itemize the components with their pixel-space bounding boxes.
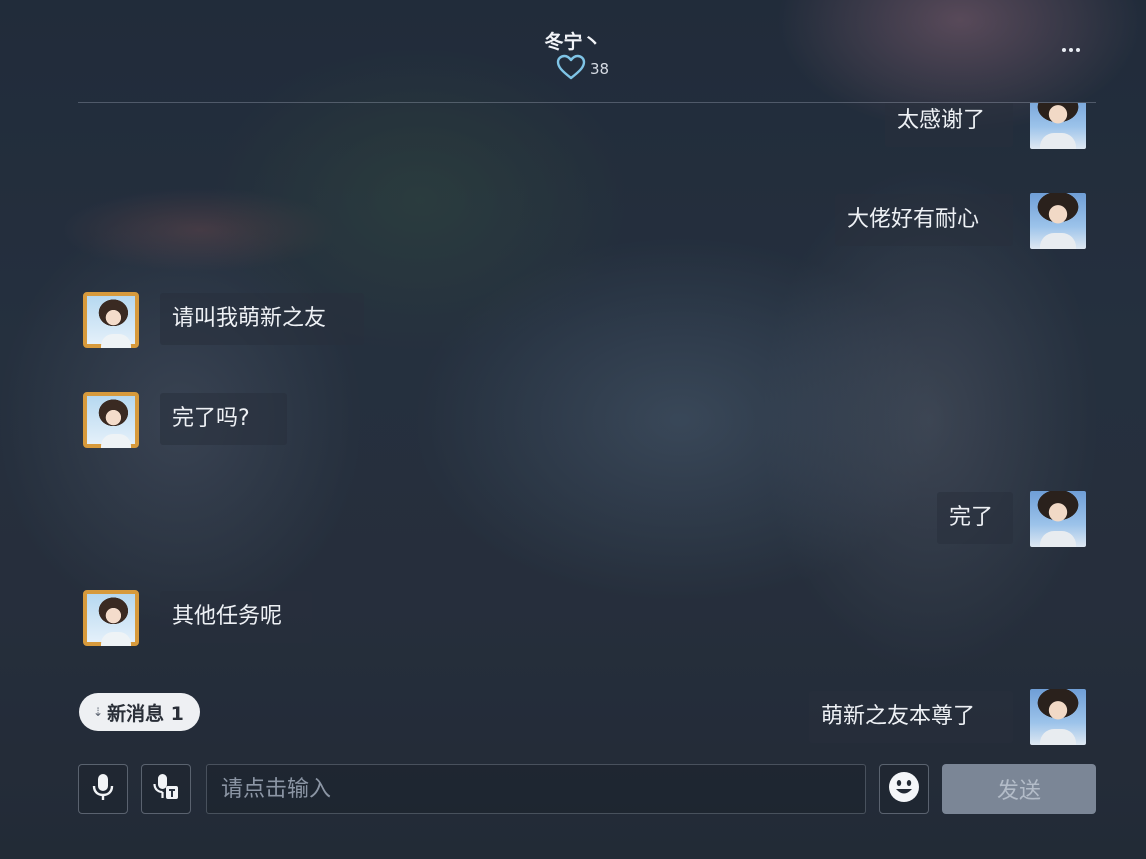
contact-avatar[interactable] <box>83 392 139 448</box>
message-list[interactable]: 太感谢了 大佬好有耐心 请叫我萌新之友 完了吗? 完了 其他任务呢 萌新之友本尊… <box>0 103 1146 745</box>
microphone-icon <box>90 772 116 806</box>
contact-name: 冬宁丶 <box>544 31 602 53</box>
self-avatar[interactable] <box>1030 689 1086 745</box>
contact-avatar[interactable] <box>83 292 139 348</box>
self-avatar[interactable] <box>1030 491 1086 547</box>
message-bubble[interactable]: 其他任务呢 <box>160 591 312 643</box>
chat-header: 冬宁丶 38 <box>0 0 1146 102</box>
voice-button[interactable] <box>78 764 128 814</box>
message-bubble[interactable]: 太感谢了 <box>885 103 1013 147</box>
send-button[interactable]: 发送 <box>942 764 1096 814</box>
self-avatar[interactable] <box>1030 193 1086 249</box>
new-messages-button[interactable]: ⇣ 新消息 1 <box>79 693 200 731</box>
likes-indicator[interactable]: 38 <box>556 54 609 84</box>
chevron-double-down-icon: ⇣ <box>93 705 104 719</box>
message-bubble[interactable]: 萌新之友本尊了 <box>809 691 1013 743</box>
heart-icon <box>556 54 586 84</box>
message-bubble[interactable]: 大佬好有耐心 <box>835 194 1013 246</box>
new-messages-label: 新消息 1 <box>107 702 184 725</box>
voice-to-text-button[interactable] <box>141 764 191 814</box>
message-bubble[interactable]: 完了吗? <box>160 393 287 445</box>
emoji-icon <box>887 770 921 808</box>
self-avatar[interactable] <box>1030 103 1086 149</box>
more-options-icon[interactable] <box>1054 38 1088 62</box>
message-bubble[interactable]: 请叫我萌新之友 <box>160 293 364 345</box>
contact-avatar[interactable] <box>83 590 139 646</box>
emoji-button[interactable] <box>879 764 929 814</box>
input-bar: 发送 <box>0 764 1146 816</box>
message-bubble[interactable]: 完了 <box>937 492 1013 544</box>
microphone-text-icon <box>152 772 180 806</box>
likes-count: 38 <box>590 60 610 78</box>
message-input[interactable] <box>206 764 866 814</box>
